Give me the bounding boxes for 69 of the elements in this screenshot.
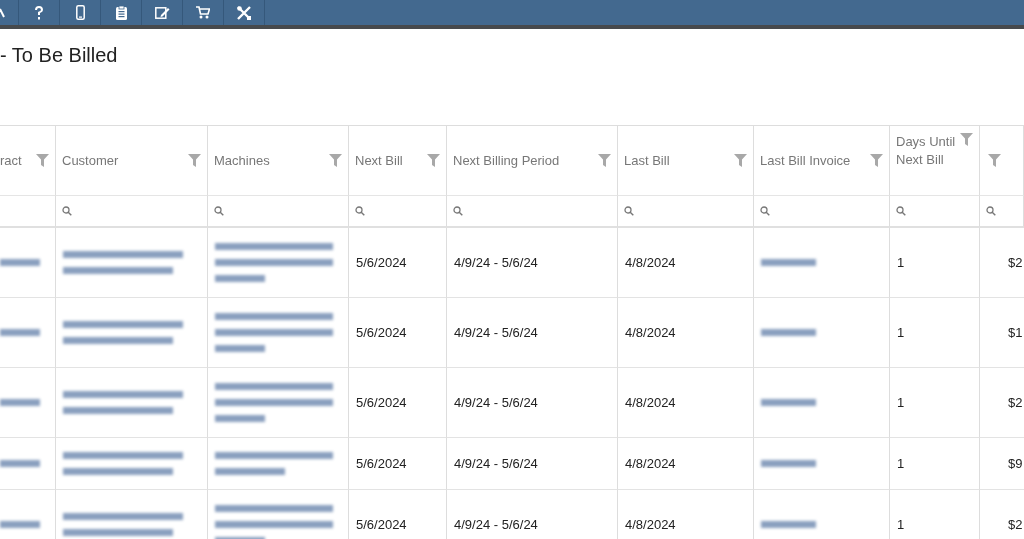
- table-cell: 4/9/24 - 5/6/24: [454, 255, 538, 270]
- blurred-text: [761, 521, 816, 528]
- filter-field[interactable]: [447, 195, 618, 228]
- column-header[interactable]: Next Bill: [355, 151, 403, 170]
- table-cell: 1: [897, 325, 905, 340]
- table-cell: 5/6/2024: [356, 325, 407, 340]
- column-header[interactable]: Last Bill Invoice: [760, 151, 851, 170]
- table-cell: $2: [1008, 255, 1023, 270]
- table-cell: 1: [897, 517, 905, 532]
- filter-field[interactable]: [56, 195, 208, 228]
- filter-field[interactable]: [208, 195, 349, 228]
- blurred-text: [0, 460, 40, 467]
- blurred-text: [761, 329, 816, 336]
- column-header[interactable]: Last Bill: [624, 151, 670, 170]
- table-cell: $9: [1008, 456, 1023, 471]
- filter-icon[interactable]: [329, 154, 342, 167]
- blurred-text: [761, 460, 816, 467]
- table-cell: 4/8/2024: [625, 456, 676, 471]
- table-cell: 1: [897, 456, 905, 471]
- filter-field[interactable]: [754, 195, 890, 228]
- table-cell: 5/6/2024: [356, 255, 407, 270]
- table-cell: 5/6/2024: [356, 517, 407, 532]
- filter-field[interactable]: [349, 195, 447, 228]
- filter-field[interactable]: [618, 195, 754, 228]
- clipboard-icon: [115, 5, 127, 20]
- filter-field[interactable]: [0, 195, 56, 228]
- filter-icon[interactable]: [734, 154, 747, 167]
- cart-icon: [196, 6, 210, 19]
- tools-icon: [237, 5, 251, 20]
- table-cell: 5/6/2024: [356, 395, 407, 410]
- filter-field[interactable]: [890, 195, 980, 228]
- filter-icon[interactable]: [36, 154, 49, 167]
- filter-icon[interactable]: [988, 154, 1001, 167]
- filter-icon[interactable]: [188, 154, 201, 167]
- filter-icon[interactable]: [870, 154, 883, 167]
- blurred-text: [0, 521, 40, 528]
- blurred-text: [761, 259, 816, 266]
- blurred-text: [0, 259, 40, 266]
- filter-icon[interactable]: [598, 154, 611, 167]
- table-cell: $2: [1008, 395, 1023, 410]
- table-cell: 4/8/2024: [625, 395, 676, 410]
- table-cell: 1: [897, 395, 905, 410]
- blurred-text: [0, 329, 40, 336]
- filter-field[interactable]: [980, 195, 1024, 228]
- table-cell: 4/8/2024: [625, 517, 676, 532]
- table-cell: 4/8/2024: [625, 255, 676, 270]
- table-cell: $2: [1008, 517, 1023, 532]
- mobile-phone-icon: [75, 5, 85, 20]
- help-icon: [34, 5, 44, 20]
- table-cell: 4/9/24 - 5/6/24: [454, 456, 538, 471]
- blurred-text: [0, 399, 40, 406]
- blurred-text: [761, 399, 816, 406]
- page-title: - To Be Billed: [0, 43, 119, 68]
- table-cell: 4/8/2024: [625, 325, 676, 340]
- edit-icon: [154, 6, 170, 19]
- table-cell: $1: [1008, 325, 1023, 340]
- table-cell: 5/6/2024: [356, 456, 407, 471]
- filter-icon[interactable]: [960, 133, 973, 146]
- column-header[interactable]: Machines: [214, 151, 270, 170]
- table-cell: 4/9/24 - 5/6/24: [454, 395, 538, 410]
- column-header[interactable]: Customer: [62, 151, 119, 170]
- toolbar-button[interactable]: [0, 0, 19, 25]
- column-header[interactable]: Days Until Next Bill: [896, 133, 956, 169]
- table-cell: 4/9/24 - 5/6/24: [454, 517, 538, 532]
- table-cell: 4/9/24 - 5/6/24: [454, 325, 538, 340]
- filter-icon[interactable]: [427, 154, 440, 167]
- column-header[interactable]: ract: [0, 151, 22, 170]
- column-header[interactable]: Next Billing Period: [453, 151, 560, 170]
- table-cell: 1: [897, 255, 905, 270]
